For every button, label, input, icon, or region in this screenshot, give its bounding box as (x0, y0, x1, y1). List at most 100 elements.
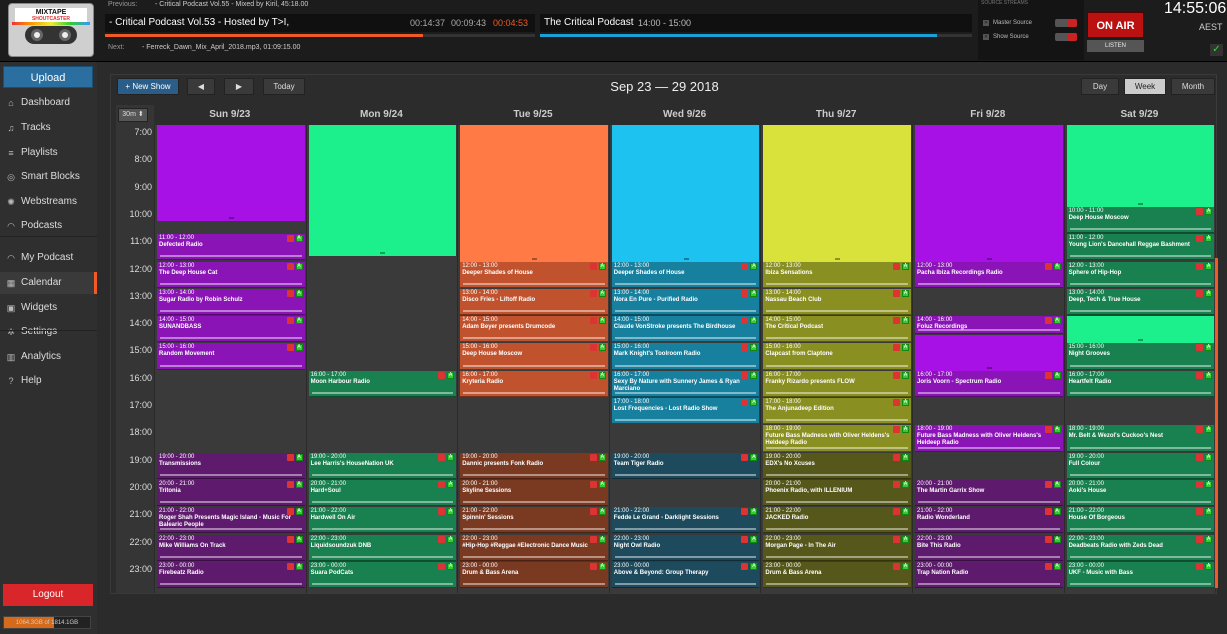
close-icon[interactable]: ✕ (983, 20, 989, 26)
calendar-event[interactable]: 16:00 - 17:00 Kryteria Radio A (460, 370, 608, 397)
new-show-button[interactable]: + New Show (117, 78, 179, 95)
calendar-event[interactable]: 14:00 - 16:00 Foluz Recordings A (915, 316, 1063, 335)
calendar-event[interactable]: 15:00 - 16:00 Deep House Moscow A (460, 343, 608, 370)
calendar-event[interactable]: 17:00 - 18:00 The Anjunadeep Edition A (763, 398, 911, 425)
resize-handle[interactable] (531, 257, 537, 260)
show-block[interactable] (157, 125, 305, 221)
show-source-toggle[interactable]: ✕ Show Source (981, 31, 1081, 43)
calendar-event[interactable]: 18:00 - 19:00 Future Bass Madness with Ol… (763, 425, 911, 452)
calendar-event[interactable]: 15:00 - 16:00 Clapcast from Claptone A (763, 343, 911, 370)
calendar-event[interactable]: 19:00 - 20:00 EDX's No Xcuses A (763, 452, 911, 479)
calendar-event[interactable]: 12:00 - 13:00 Sphere of Hip-Hop A (1066, 261, 1215, 288)
calendar-event[interactable]: 13:00 - 14:00 Deep, Tech & True House A (1066, 288, 1215, 316)
calendar-event[interactable]: 21:00 - 22:00 JACKED Radio A (763, 507, 911, 534)
listen-button[interactable]: LISTEN (1087, 40, 1144, 52)
calendar-event[interactable]: 19:00 - 20:00 Transmissions A (157, 452, 305, 479)
calendar-event[interactable]: 20:00 - 21:00 Tritonia A (157, 479, 305, 507)
calendar-event[interactable]: 23:00 - 00:00 Suara PodCats A (308, 561, 457, 589)
resize-handle[interactable] (380, 252, 386, 255)
sidebar-item-settings[interactable]: ✲ Settings (0, 321, 97, 343)
sidebar-item-webstreams[interactable]: ✺ Webstreams (0, 191, 97, 213)
calendar-event[interactable]: 23:00 - 00:00 Trap Nation Radio A (915, 561, 1063, 589)
show-block[interactable] (460, 125, 608, 262)
show-block[interactable] (308, 125, 457, 257)
calendar-event[interactable]: 12:00 - 13:00 Pacha Ibiza Recordings Radi… (915, 261, 1063, 288)
calendar-event[interactable]: 19:00 - 20:00 Lee Harris's HouseNation UK… (308, 452, 457, 479)
calendar-event[interactable]: 10:00 - 11:00 Deep House Moscow A (1066, 206, 1215, 234)
calendar-event[interactable]: 12:00 - 13:00 The Deep House Cat A (157, 261, 305, 288)
calendar-event[interactable]: 16:00 - 17:00 Sexy By Nature with Sunnery… (611, 370, 760, 397)
calendar-event[interactable]: 20:00 - 21:00 Hard+Soul A (308, 479, 457, 507)
show-block[interactable] (763, 125, 911, 262)
calendar-event[interactable]: 18:00 - 19:00 Future Bass Madness with Ol… (915, 425, 1063, 452)
calendar-event[interactable]: 19:00 - 20:00 Dannic presents Fonk Radio A (460, 452, 608, 479)
show-block[interactable] (1066, 125, 1215, 207)
calendar-event[interactable]: 22:00 - 23:00 Bite This Radio A (915, 534, 1063, 561)
calendar-event[interactable]: 13:00 - 14:00 Disco Fries - Liftoff Radio… (460, 288, 608, 316)
upload-button[interactable]: Upload (3, 66, 93, 88)
calendar-event[interactable]: 20:00 - 21:00 Phoenix Radio, with ILLENIU… (763, 479, 911, 507)
calendar-event[interactable]: 22:00 - 23:00 Mike Williams On Track A (157, 534, 305, 561)
show-block[interactable] (611, 125, 760, 262)
sidebar-item-tracks[interactable]: ♫ Tracks (0, 117, 97, 139)
resize-handle[interactable] (1138, 202, 1144, 205)
calendar-event[interactable]: 23:00 - 00:00 Drum & Bass Arena A (763, 561, 911, 589)
calendar-event[interactable]: 12:00 - 13:00 Ibiza Sensations A (763, 261, 911, 288)
calendar-event[interactable]: 15:00 - 16:00 Random Movement A (157, 343, 305, 370)
calendar-event[interactable]: 21:00 - 22:00 Fedde Le Grand - Darklight … (611, 507, 760, 534)
calendar-event[interactable]: 21:00 - 22:00 Hardwell On Air A (308, 507, 457, 534)
calendar-event[interactable]: 12:00 - 13:00 Deeper Shades of House A (460, 261, 608, 288)
close-icon[interactable]: ✕ (983, 34, 989, 40)
master-source-toggle[interactable]: ✕ Master Source (981, 17, 1081, 29)
view-week-button[interactable]: Week (1124, 78, 1166, 95)
calendar-event[interactable]: 17:00 - 18:00 Lost Frequencies - Lost Rad… (611, 398, 760, 425)
calendar-event[interactable]: 12:00 - 13:00 Deeper Shades of House A (611, 261, 760, 288)
sidebar-item-widgets[interactable]: ▣ Widgets (0, 297, 97, 319)
calendar-event[interactable]: 19:00 - 20:00 Team Tiger Radio A (611, 452, 760, 479)
sidebar-item-smart-blocks[interactable]: ◎ Smart Blocks (0, 166, 97, 188)
calendar-event[interactable]: 18:00 - 19:00 Mr. Belt & Wezol's Cuckoo's… (1066, 425, 1215, 452)
sidebar-item-analytics[interactable]: ▥ Analytics (0, 346, 97, 368)
calendar-event[interactable]: 13:00 - 14:00 Sugar Radio by Robin Schulz… (157, 288, 305, 316)
calendar-event[interactable]: 23:00 - 00:00 Above & Beyond: Group Thera… (611, 561, 760, 589)
scrollbar[interactable] (1215, 258, 1218, 588)
calendar-event[interactable]: 16:00 - 17:00 Franky Rizardo presents FLO… (763, 370, 911, 397)
resize-handle[interactable] (986, 257, 992, 260)
calendar-event[interactable]: 22:00 - 23:00 Night Owl Radio A (611, 534, 760, 561)
slot-size-select[interactable]: 30m ⬍ (118, 108, 148, 122)
show-block[interactable] (915, 125, 1063, 262)
calendar-event[interactable]: 22:00 - 23:00 Deadbeats Radio with Zeds D… (1066, 534, 1215, 561)
calendar-event[interactable]: 14:00 - 15:00 Claude VonStroke presents T… (611, 316, 760, 343)
resize-handle[interactable] (228, 216, 234, 219)
sidebar-item-help[interactable]: ? Help (0, 370, 97, 392)
calendar-event[interactable]: 22:00 - 23:00 Liquidsoundzuk DNB A (308, 534, 457, 561)
logout-button[interactable]: Logout (3, 584, 93, 606)
calendar-event[interactable]: 21:00 - 22:00 Roger Shah Presents Magic I… (157, 507, 305, 534)
sidebar-item-podcasts[interactable]: ◠ Podcasts (0, 215, 97, 237)
calendar-event[interactable]: 16:00 - 17:00 Joris Voorn - Spectrum Radi… (915, 370, 1063, 397)
sidebar-item-calendar[interactable]: ▦ Calendar (0, 272, 97, 294)
calendar-event[interactable]: 23:00 - 00:00 Firebeatz Radio A (157, 561, 305, 589)
resize-handle[interactable] (986, 366, 992, 369)
calendar-event[interactable]: 14:00 - 15:00 The Critical Podcast A (763, 316, 911, 343)
sidebar-item-my-podcast[interactable]: ◠ My Podcast (0, 247, 97, 269)
calendar-event[interactable]: 11:00 - 12:00 Defected Radio A (157, 234, 305, 261)
view-month-button[interactable]: Month (1171, 78, 1215, 95)
calendar-event[interactable]: 21:00 - 22:00 Radio Wonderland A (915, 507, 1063, 534)
calendar-event[interactable]: 15:00 - 16:00 Mark Knight's Toolroom Radi… (611, 343, 760, 370)
calendar-event[interactable]: 13:00 - 14:00 Nassau Beach Club A (763, 288, 911, 316)
calendar-event[interactable]: 14:00 - 15:00 Adam Beyer presents Drumcod… (460, 316, 608, 343)
resize-handle[interactable] (683, 257, 689, 260)
calendar-event[interactable]: 14:00 - 15:00 SUNANDBASS A (157, 316, 305, 343)
calendar-event[interactable]: 22:00 - 23:00 #Hip-Hop #Reggae #Electroni… (460, 534, 608, 561)
sidebar-item-playlists[interactable]: ≡ Playlists (0, 142, 97, 164)
calendar-event[interactable]: 21:00 - 22:00 House Of Borgeous A (1066, 507, 1215, 534)
calendar-event[interactable]: 20:00 - 21:00 The Martin Garrix Show A (915, 479, 1063, 507)
calendar-event[interactable]: 21:00 - 22:00 Spinnin' Sessions A (460, 507, 608, 534)
prev-week-button[interactable]: ◀ (187, 78, 215, 95)
calendar-event[interactable]: 13:00 - 14:00 Nora En Pure - Purified Rad… (611, 288, 760, 316)
view-day-button[interactable]: Day (1081, 78, 1119, 95)
calendar-event[interactable]: 20:00 - 21:00 Skyline Sessions A (460, 479, 608, 507)
calendar-event[interactable]: 19:00 - 20:00 Full Colour A (1066, 452, 1215, 479)
sidebar-item-dashboard[interactable]: ⌂ Dashboard (0, 92, 97, 114)
